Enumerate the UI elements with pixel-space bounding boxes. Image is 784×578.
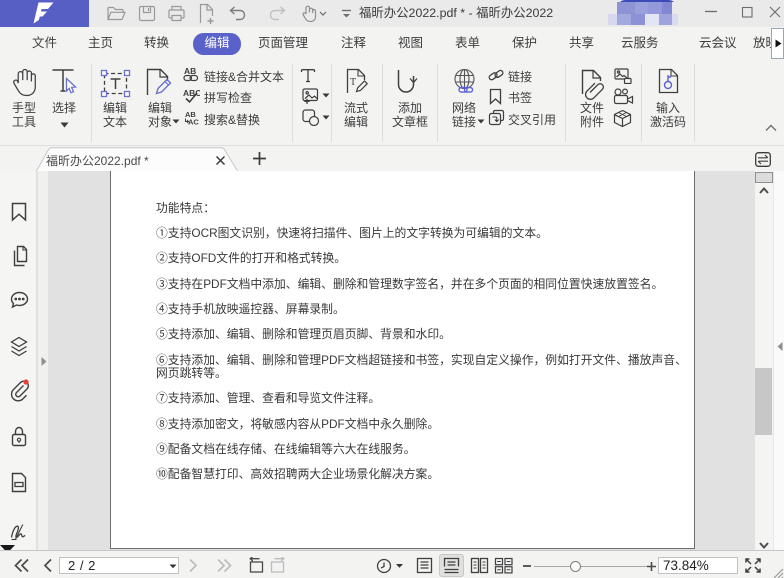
- svg-text:AB: AB: [184, 67, 196, 76]
- svg-text:ABC: ABC: [183, 88, 200, 98]
- svg-text:AC: AC: [188, 118, 199, 126]
- svg-text:T: T: [350, 77, 356, 88]
